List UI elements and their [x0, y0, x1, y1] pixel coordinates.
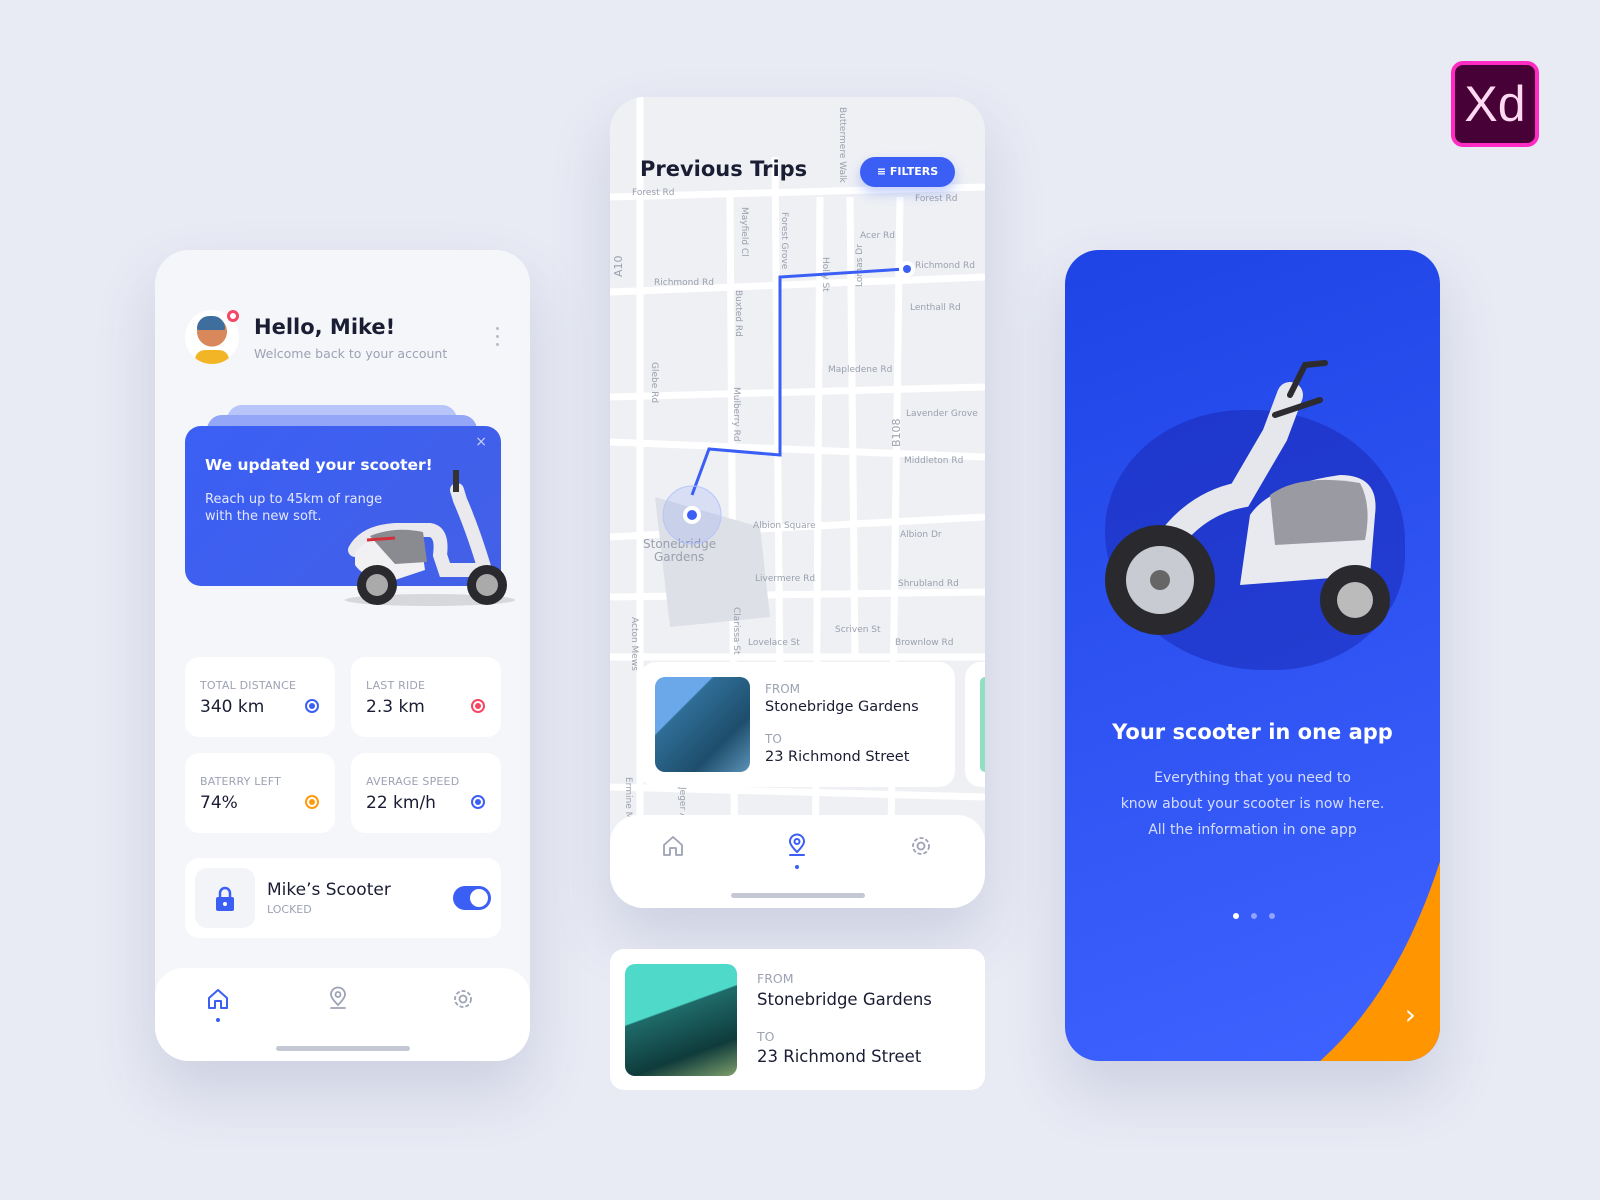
- svg-text:Glebe Rd: Glebe Rd: [649, 362, 659, 403]
- bottom-nav: [610, 815, 985, 908]
- stat-value: 22 km/h: [366, 793, 436, 813]
- more-menu-icon[interactable]: [496, 327, 500, 351]
- home-indicator: [275, 1046, 410, 1051]
- filter-icon: ≡: [876, 165, 890, 178]
- scooter-image: [1105, 360, 1390, 635]
- greeting: Hello, Mike!: [254, 315, 396, 339]
- from-label: FROM: [757, 971, 794, 986]
- trip-image: [980, 677, 985, 772]
- svg-text:Lomas Dr: Lomas Dr: [855, 244, 865, 287]
- filters-label: FILTERS: [889, 165, 939, 178]
- svg-text:Livermere Rd: Livermere Rd: [755, 574, 815, 584]
- onboarding-description: Everything that you need to know about y…: [1065, 765, 1440, 843]
- scooter-image: [345, 470, 515, 606]
- stat-total-distance[interactable]: TOTAL DISTANCE 340 km: [185, 657, 335, 737]
- svg-text:B108: B108: [890, 418, 903, 447]
- stat-last-ride[interactable]: LAST RIDE 2.3 km: [351, 657, 501, 737]
- page-title: Previous Trips: [640, 157, 808, 181]
- svg-text:Lavender Grove: Lavender Grove: [906, 409, 978, 419]
- svg-text:Mayfield Cl: Mayfield Cl: [739, 207, 749, 257]
- stat-label: LAST RIDE: [366, 679, 426, 692]
- svg-text:Mulberry Rd: Mulberry Rd: [731, 387, 741, 442]
- svg-text:Lovelace St: Lovelace St: [748, 638, 800, 648]
- indicator-dot: [471, 795, 485, 809]
- bottom-nav: [155, 968, 530, 1061]
- svg-text:A10: A10: [612, 255, 625, 277]
- description-line: know about your scooter is now here.: [1120, 796, 1385, 812]
- onboarding-title: Your scooter in one app: [1112, 720, 1393, 744]
- notification-badge: [227, 310, 239, 322]
- onboarding-screen: Your scooter in one app Everything that …: [1065, 250, 1440, 1061]
- gear-icon[interactable]: [908, 833, 934, 859]
- stat-label: BATERRY LEFT: [200, 775, 282, 788]
- home-screen: Hello, Mike! Welcome back to your accoun…: [155, 250, 530, 1061]
- scooter-lock-card: Mike’s Scooter LOCKED: [185, 858, 501, 938]
- svg-text:Mapledene Rd: Mapledene Rd: [828, 365, 892, 375]
- svg-text:Buttermere Walk: Buttermere Walk: [837, 107, 847, 184]
- svg-text:Acer Rd: Acer Rd: [860, 231, 895, 241]
- svg-text:Lenthall Rd: Lenthall Rd: [910, 303, 961, 313]
- indicator-dot: [305, 795, 319, 809]
- from-label: FROM: [765, 682, 801, 696]
- description-line: Everything that you need to: [1154, 770, 1351, 786]
- from-value: Stonebridge Gardens: [765, 699, 919, 715]
- svg-text:Middleton Rd: Middleton Rd: [904, 456, 963, 466]
- page-dot[interactable]: [1251, 913, 1257, 919]
- home-icon[interactable]: [660, 833, 686, 859]
- location-pin-icon[interactable]: [784, 833, 810, 869]
- home-indicator: [730, 893, 865, 898]
- svg-text:Gardens: Gardens: [654, 550, 704, 564]
- svg-text:Shrubland Rd: Shrubland Rd: [898, 579, 959, 589]
- lock-toggle[interactable]: [453, 886, 491, 910]
- lock-status: LOCKED: [267, 903, 312, 916]
- lock-icon: [195, 868, 255, 928]
- svg-text:Albion Dr: Albion Dr: [900, 530, 942, 540]
- filters-button[interactable]: ≡ FILTERS: [860, 157, 955, 187]
- svg-text:Acton Mews: Acton Mews: [629, 617, 639, 671]
- svg-text:Albion Square: Albion Square: [753, 521, 816, 531]
- svg-text:Richmond Rd: Richmond Rd: [654, 278, 714, 288]
- to-value: 23 Richmond Street: [757, 1047, 922, 1066]
- svg-text:Clarissa St: Clarissa St: [731, 607, 741, 655]
- stat-average-speed[interactable]: AVERAGE SPEED 22 km/h: [351, 753, 501, 833]
- gear-icon[interactable]: [450, 986, 476, 1012]
- trip-image: [625, 964, 737, 1076]
- stat-value: 2.3 km: [366, 697, 425, 717]
- to-label: TO: [757, 1029, 775, 1044]
- svg-text:Forest Grove: Forest Grove: [779, 212, 789, 270]
- page-indicator[interactable]: [1233, 904, 1287, 923]
- page-dot-active[interactable]: [1233, 913, 1239, 919]
- trips-screen: Forest Rd Forest Rd Acer Rd Richmond Rd Ric…: [610, 97, 985, 908]
- stat-battery-left[interactable]: BATERRY LEFT 74%: [185, 753, 335, 833]
- description-line: All the information in one app: [1148, 822, 1357, 838]
- trip-card-large[interactable]: FROM Stonebridge Gardens TO 23 Richmond …: [610, 949, 985, 1090]
- trip-card[interactable]: FROM Stonebridge Gardens TO 23 Richmond …: [640, 662, 955, 787]
- svg-text:Richmond Rd: Richmond Rd: [915, 261, 975, 271]
- svg-text:Brownlow Rd: Brownlow Rd: [895, 638, 953, 648]
- svg-text:Forest Rd: Forest Rd: [915, 194, 957, 204]
- svg-text:Forest Rd: Forest Rd: [632, 188, 674, 198]
- stat-value: 74%: [200, 793, 238, 813]
- stat-label: AVERAGE SPEED: [366, 775, 460, 788]
- svg-text:Scriven St: Scriven St: [835, 625, 881, 635]
- page-dot[interactable]: [1269, 913, 1275, 919]
- from-value: Stonebridge Gardens: [757, 990, 932, 1009]
- scooter-name: Mike’s Scooter: [267, 880, 391, 900]
- greeting-subtitle: Welcome back to your account: [254, 346, 448, 361]
- adobe-xd-logo: Xd: [1451, 61, 1539, 147]
- next-arrow-button[interactable]: ›: [1405, 998, 1416, 1031]
- indicator-dot: [471, 699, 485, 713]
- location-pin-icon[interactable]: [325, 986, 351, 1012]
- to-label: TO: [765, 732, 782, 746]
- indicator-dot: [305, 699, 319, 713]
- close-icon[interactable]: ×: [475, 434, 487, 450]
- svg-text:Buxted Rd: Buxted Rd: [733, 290, 743, 337]
- trip-image: [655, 677, 750, 772]
- trip-card-next[interactable]: [965, 662, 985, 787]
- stat-value: 340 km: [200, 697, 265, 717]
- home-icon[interactable]: [205, 986, 231, 1022]
- stat-label: TOTAL DISTANCE: [200, 679, 297, 692]
- to-value: 23 Richmond Street: [765, 749, 910, 765]
